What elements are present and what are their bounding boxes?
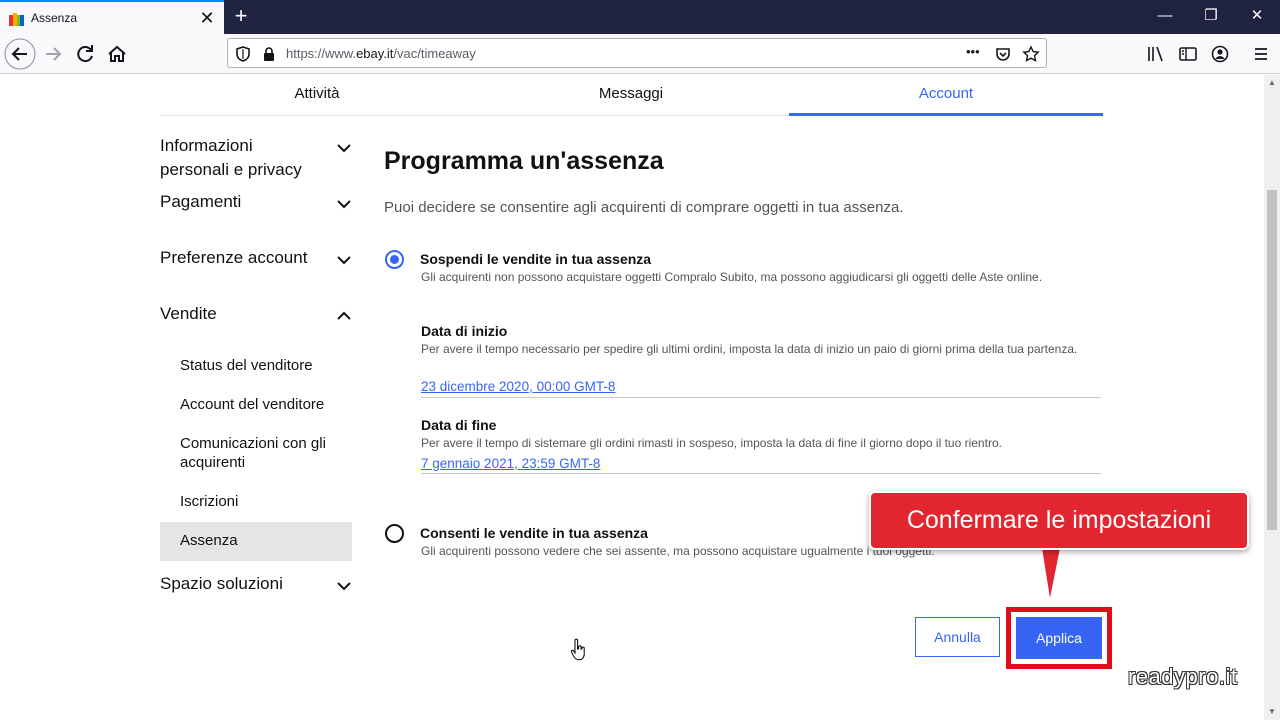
chevron-down-icon[interactable] <box>335 139 353 157</box>
url-text: https://www.ebay.it/vac/timeaway <box>286 46 476 61</box>
sidebar-item-subscriptions[interactable]: Iscrizioni <box>180 492 350 511</box>
sidebar-item-seller-account[interactable]: Account del venditore <box>180 395 350 414</box>
bookmark-star-icon[interactable] <box>1022 45 1040 63</box>
start-date-link[interactable]: 23 dicembre 2020, 00:00 GMT-8 <box>421 379 615 394</box>
chevron-down-icon[interactable] <box>335 195 353 213</box>
scrollbar-thumb[interactable] <box>1267 190 1277 530</box>
allow-sales-radio[interactable] <box>385 524 404 543</box>
instruction-callout: Confermare le impostazioni <box>869 491 1249 550</box>
sidebar-icon[interactable] <box>1178 44 1198 64</box>
end-date-label: Data di fine <box>421 417 497 433</box>
allow-sales-title: Consenti le vendite in tua assenza <box>420 525 648 541</box>
page-actions-icon[interactable]: ••• <box>966 44 980 59</box>
library-icon[interactable] <box>1146 44 1166 64</box>
suspend-sales-description: Gli acquirenti non possono acquistare og… <box>421 270 1043 284</box>
page-viewport: Attività Messaggi Account Informazioni p… <box>0 75 1264 720</box>
account-icon[interactable] <box>1210 44 1230 64</box>
start-date-label: Data di inizio <box>421 323 508 339</box>
cancel-button[interactable]: Annulla <box>915 617 1000 657</box>
reload-icon[interactable] <box>69 38 101 70</box>
menu-icon[interactable] <box>1251 44 1271 64</box>
intro-text: Puoi decidere se consentire agli acquire… <box>384 199 904 216</box>
tab-close-icon[interactable]: ✕ <box>198 8 216 28</box>
end-date-help: Per avere il tempo di sistemare gli ordi… <box>421 436 1002 450</box>
browser-tab-bar: Assenza ✕ + — ❐ ✕ <box>0 0 1280 34</box>
tab-messaggi[interactable]: Messaggi <box>474 75 788 116</box>
window-close-button[interactable]: ✕ <box>1244 4 1270 28</box>
chevron-up-icon[interactable] <box>335 307 353 325</box>
new-tab-button[interactable]: + <box>230 4 252 28</box>
sidebar-section-payments[interactable]: Pagamenti <box>160 190 325 214</box>
tab-attivita[interactable]: Attività <box>160 75 474 116</box>
sidebar-section-solutions[interactable]: Spazio soluzioni <box>160 572 325 596</box>
tab-title: Assenza <box>31 11 78 25</box>
pocket-icon[interactable] <box>994 45 1012 63</box>
end-date-link[interactable]: 7 gennaio 2021, 23:59 GMT-8 <box>421 456 600 471</box>
watermark: readypro.it <box>1128 664 1238 689</box>
sidebar-section-account-preferences[interactable]: Preferenze account <box>160 246 325 270</box>
hand-cursor-icon <box>570 638 586 662</box>
start-date-help: Per avere il tempo necessario per spedir… <box>421 342 1078 356</box>
shield-icon[interactable] <box>234 45 252 63</box>
home-icon[interactable] <box>101 38 133 70</box>
browser-toolbar: https://www.ebay.it/vac/timeaway ••• <box>0 34 1280 74</box>
restore-button[interactable]: ❐ <box>1198 4 1224 28</box>
chevron-down-icon[interactable] <box>335 251 353 269</box>
suspend-sales-radio[interactable] <box>385 250 404 269</box>
callout-tail <box>1042 548 1060 598</box>
account-top-nav: Attività Messaggi Account <box>160 75 1103 116</box>
scroll-down-icon[interactable]: ▼ <box>1267 707 1277 716</box>
lock-icon[interactable] <box>260 45 278 63</box>
page-title: Programma un'assenza <box>384 147 664 175</box>
tab-account[interactable]: Account <box>789 75 1103 116</box>
minimize-button[interactable]: — <box>1152 4 1178 28</box>
forward-icon[interactable] <box>37 38 69 70</box>
suspend-sales-title: Sospendi le vendite in tua assenza <box>420 251 652 267</box>
back-icon[interactable] <box>4 38 36 70</box>
apply-button[interactable]: Applica <box>1016 617 1102 659</box>
divider <box>421 397 1101 398</box>
browser-tab[interactable]: Assenza ✕ <box>0 0 224 34</box>
divider <box>421 473 1101 474</box>
sidebar-item-away-label: Assenza <box>180 532 238 549</box>
address-bar[interactable]: https://www.ebay.it/vac/timeaway ••• <box>227 38 1047 68</box>
ebay-bag-icon <box>9 12 24 26</box>
chevron-down-icon[interactable] <box>335 577 353 595</box>
sidebar-section-personal-info[interactable]: Informazioni personali e privacy <box>160 134 325 182</box>
sidebar-section-sales[interactable]: Vendite <box>160 302 325 326</box>
vertical-scrollbar[interactable]: ▲ ▼ <box>1264 75 1280 720</box>
scroll-up-icon[interactable]: ▲ <box>1267 78 1277 87</box>
sidebar-item-buyer-communications[interactable]: Comunicazioni con gli acquirenti <box>180 434 350 472</box>
sidebar-item-seller-status[interactable]: Status del venditore <box>180 356 350 375</box>
